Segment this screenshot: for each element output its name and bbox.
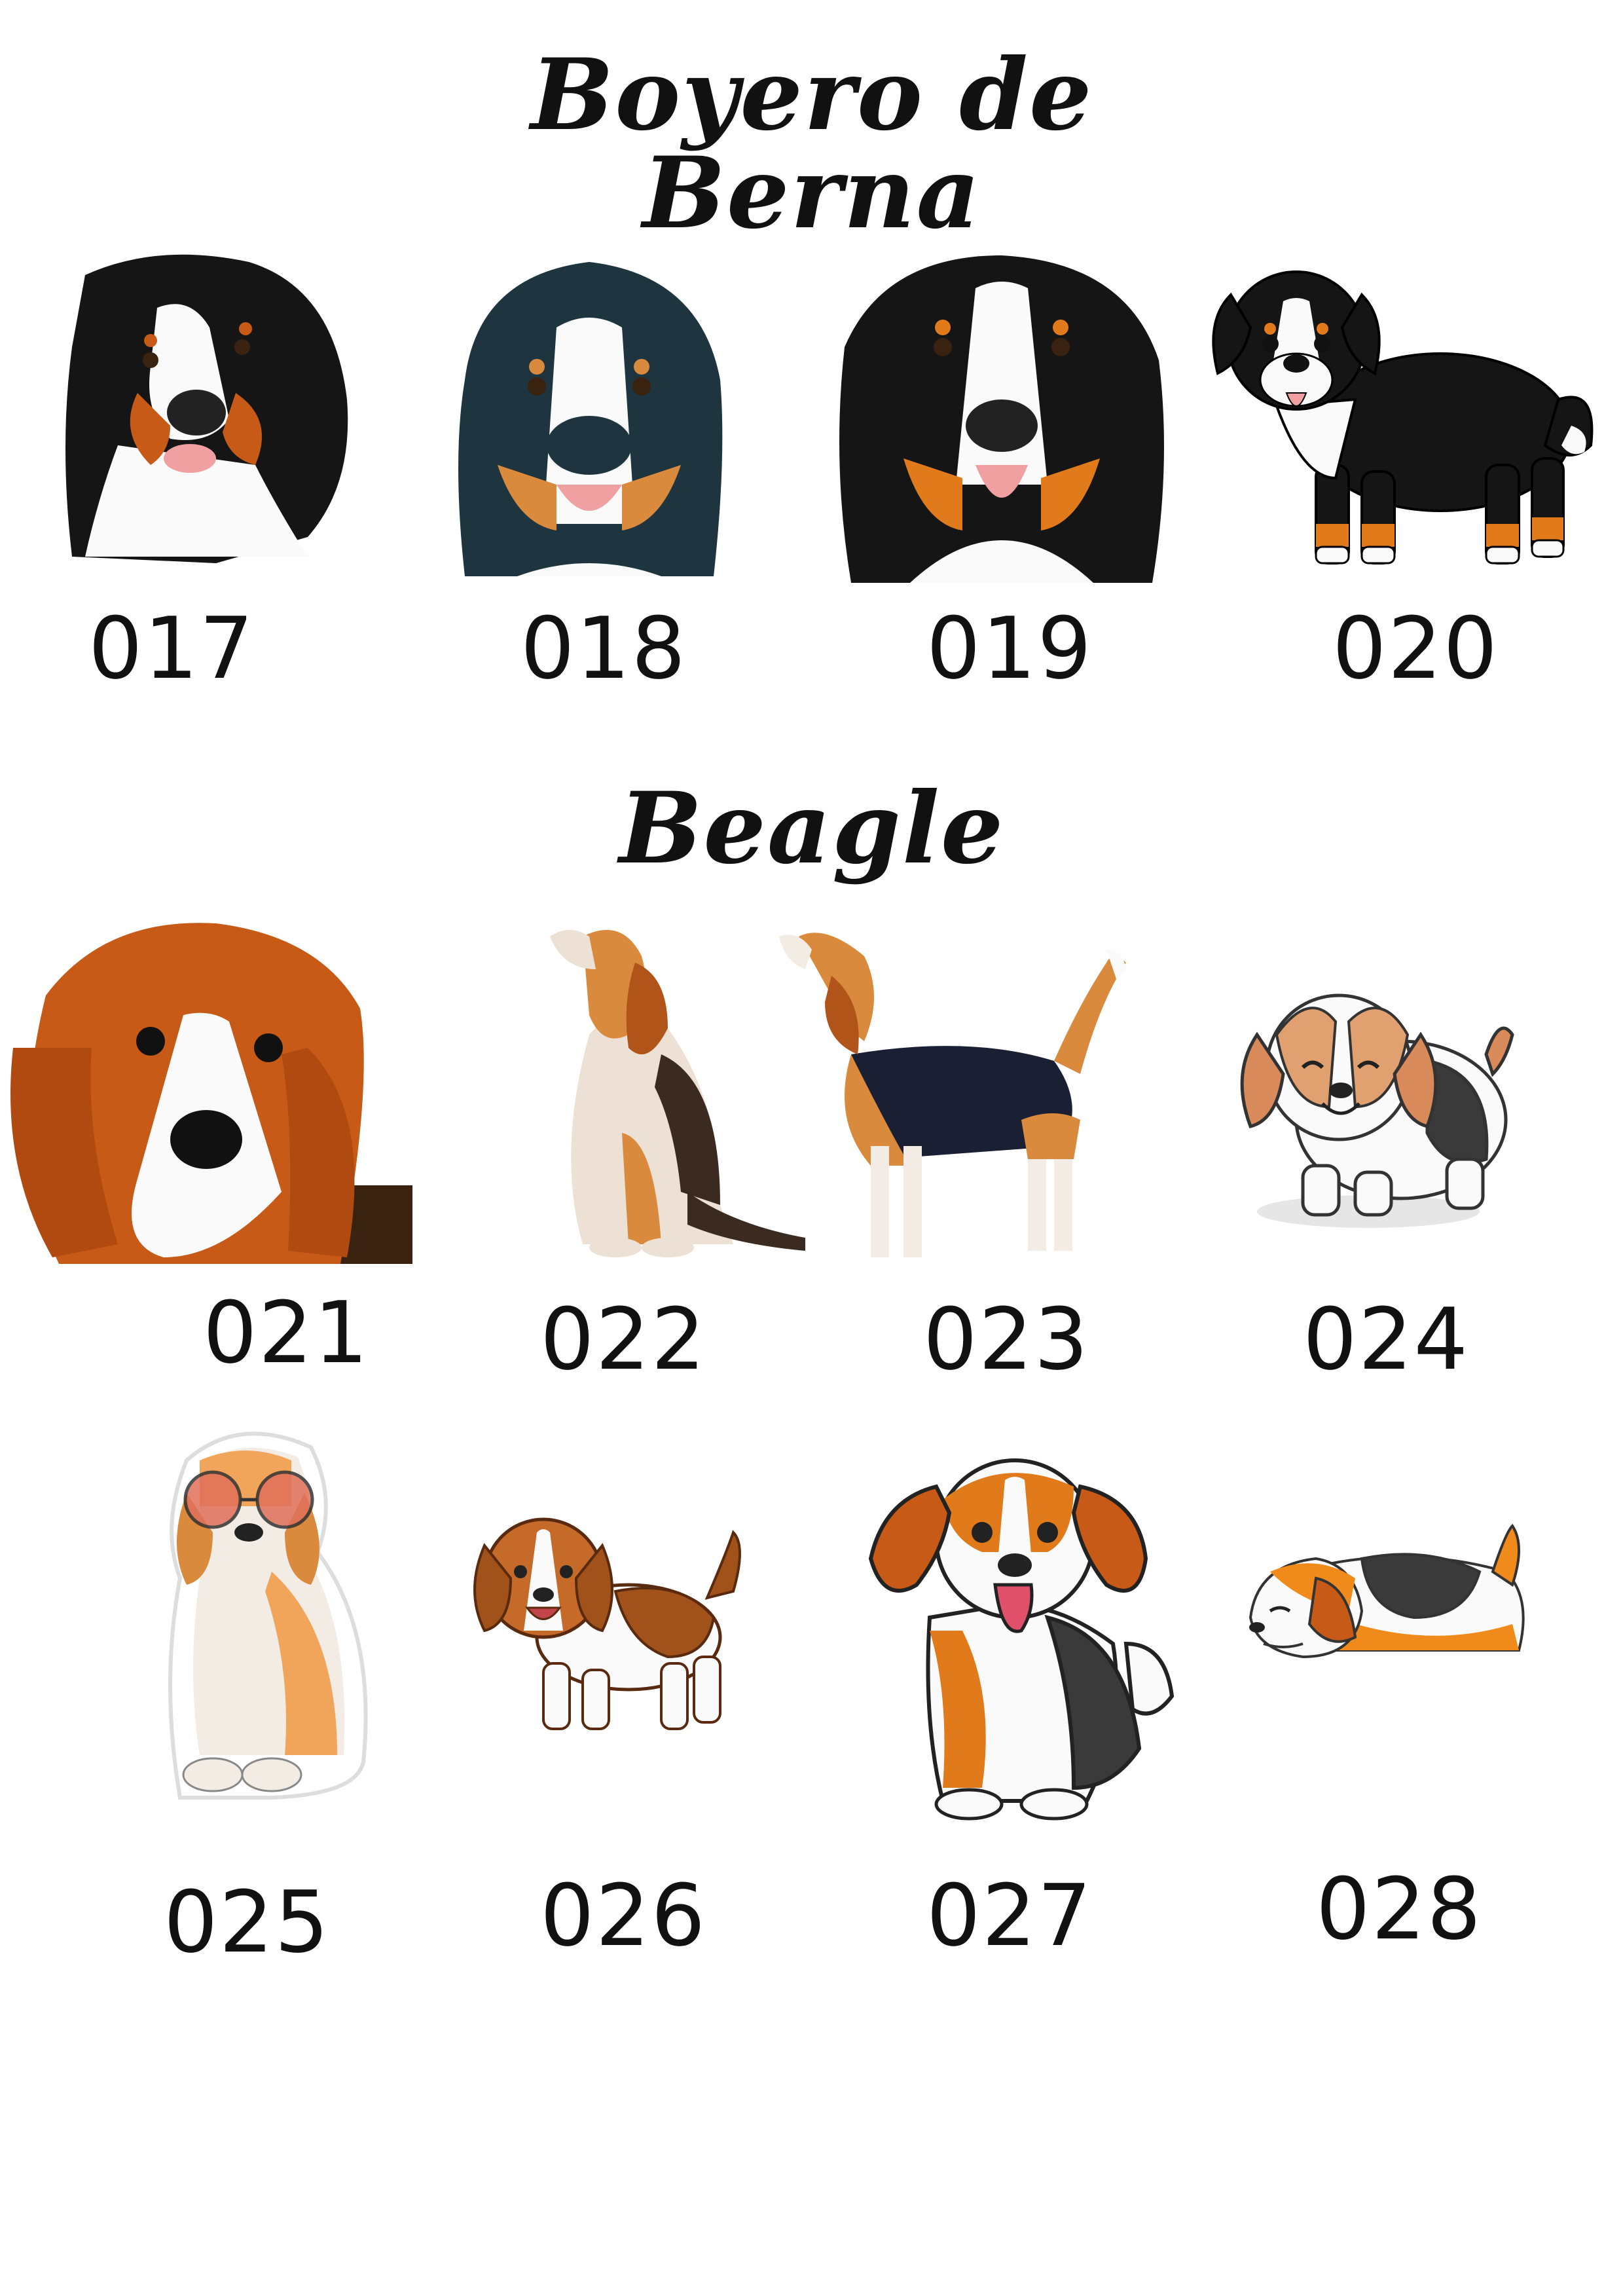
- dog-card-019[interactable]: [831, 249, 1172, 589]
- beagle-portrait-image: [10, 923, 412, 1264]
- dog-card-023[interactable]: [773, 923, 1139, 1270]
- section-title-beagle: Beagle: [619, 771, 1005, 886]
- dog-code-025: 025: [164, 1872, 331, 1972]
- dog-code-026: 026: [540, 1866, 707, 1965]
- bernese-portrait-tilted-image: [65, 254, 348, 563]
- dog-code-028: 028: [1316, 1859, 1483, 1959]
- beagle-cartoon-sleeping-image: [1249, 1523, 1525, 1659]
- beagle-sitting-howling-image: [550, 930, 805, 1257]
- dog-code-022: 022: [540, 1289, 707, 1389]
- dog-code-020: 020: [1332, 599, 1499, 698]
- dog-code-021: 021: [203, 1283, 370, 1382]
- dog-code-017: 017: [88, 599, 255, 698]
- dog-card-020[interactable]: [1205, 268, 1597, 576]
- dog-code-024: 024: [1303, 1289, 1470, 1389]
- beagle-with-sunglasses-image: [168, 1432, 368, 1800]
- dog-code-019: 019: [926, 599, 1093, 698]
- beagle-cartoon-walking-image: [473, 1517, 741, 1730]
- bernese-cartoon-standing-image: [1212, 270, 1594, 565]
- dog-card-027[interactable]: [864, 1447, 1178, 1821]
- dog-card-025[interactable]: [141, 1421, 390, 1814]
- dog-card-022[interactable]: [524, 917, 812, 1270]
- bernese-portrait-smiling-image: [458, 262, 723, 576]
- beagle-cartoon-sitting-image: [868, 1458, 1175, 1821]
- dog-card-028[interactable]: [1244, 1519, 1539, 1690]
- dog-code-023: 023: [923, 1289, 1090, 1389]
- dog-card-024[interactable]: [1231, 976, 1525, 1238]
- dog-card-021[interactable]: [7, 917, 412, 1264]
- bernese-portrait-long-fur-image: [839, 255, 1164, 583]
- dog-card-026[interactable]: [471, 1506, 746, 1742]
- dog-code-027: 027: [926, 1866, 1093, 1965]
- beagle-standing-howling-image: [779, 933, 1126, 1257]
- dog-card-018[interactable]: [439, 249, 740, 583]
- section-title-bernese: Boyero de Berna: [530, 37, 1093, 251]
- beagle-cartoon-happy-image: [1240, 993, 1514, 1228]
- dog-code-018: 018: [520, 599, 687, 698]
- dog-card-017[interactable]: [59, 249, 360, 583]
